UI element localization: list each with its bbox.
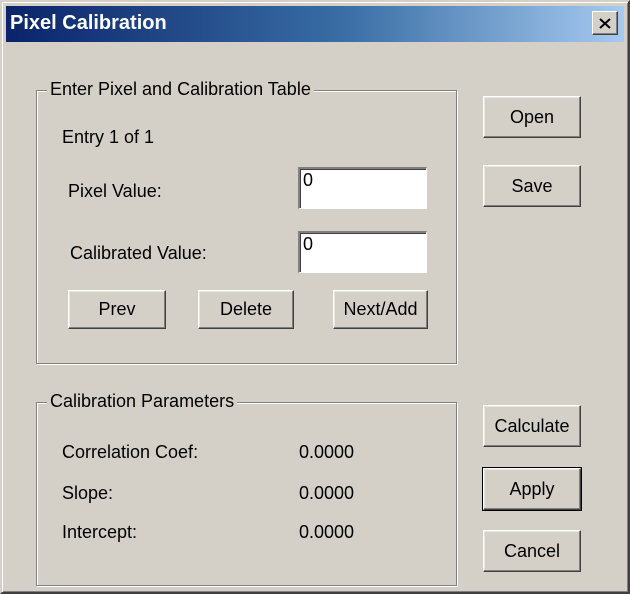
entry-status: Entry 1 of 1: [62, 127, 155, 147]
correlation-coef-value: 0.0000: [299, 442, 355, 462]
correlation-coef-label: Correlation Coef:: [62, 442, 199, 462]
window-title: Pixel Calibration: [10, 12, 167, 34]
slope-label: Slope:: [62, 483, 114, 503]
apply-button[interactable]: Apply: [482, 467, 582, 511]
pixel-calibration-dialog: Pixel Calibration Enter Pixel and Calibr…: [0, 0, 630, 594]
slope-value: 0.0000: [299, 483, 355, 503]
calibration-table-legend: Enter Pixel and Calibration Table: [47, 79, 314, 100]
close-button[interactable]: [592, 11, 618, 35]
calibrated-value-label: Calibrated Value:: [70, 243, 207, 263]
calibration-parameters-legend: Calibration Parameters: [47, 391, 238, 412]
next-add-button[interactable]: Next/Add: [333, 290, 428, 329]
prev-button[interactable]: Prev: [68, 290, 166, 329]
cancel-button[interactable]: Cancel: [483, 530, 581, 572]
title-bar[interactable]: Pixel Calibration: [6, 6, 624, 42]
pixel-value-input[interactable]: 0: [298, 167, 427, 209]
intercept-label: Intercept:: [62, 522, 138, 542]
save-button[interactable]: Save: [483, 165, 581, 207]
calculate-button[interactable]: Calculate: [483, 405, 581, 447]
delete-button[interactable]: Delete: [198, 290, 294, 329]
intercept-value: 0.0000: [299, 522, 355, 542]
pixel-value-label: Pixel Value:: [68, 181, 162, 201]
calibrated-value-input[interactable]: 0: [298, 231, 427, 273]
open-button[interactable]: Open: [483, 96, 581, 138]
close-icon: [599, 17, 611, 29]
